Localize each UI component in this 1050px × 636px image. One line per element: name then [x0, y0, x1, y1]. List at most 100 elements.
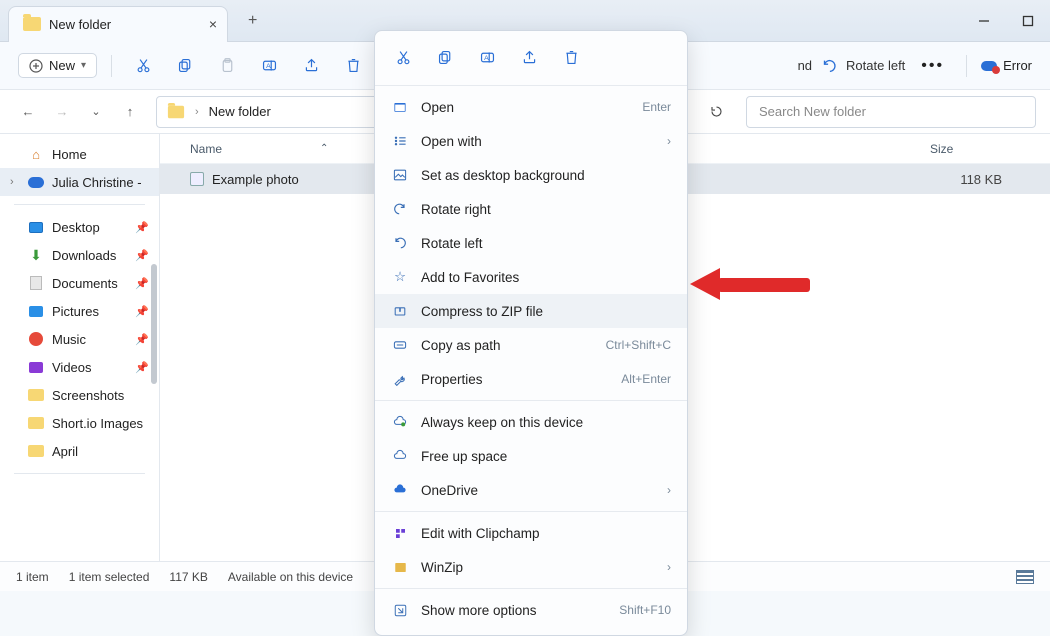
error-label: Error — [1003, 58, 1032, 73]
rename-icon[interactable]: A — [252, 49, 286, 83]
pin-icon: 📌 — [135, 361, 149, 374]
refresh-button[interactable] — [702, 98, 730, 126]
ctx-copy-as-path[interactable]: Copy as pathCtrl+Shift+C — [375, 328, 687, 362]
ctx-compress-zip[interactable]: Compress to ZIP file — [375, 294, 687, 328]
ctx-label: Always keep on this device — [421, 415, 583, 430]
sidebar-item-label: Julia Christine - — [52, 175, 142, 190]
ctx-open-with[interactable]: Open with› — [375, 124, 687, 158]
sidebar-item-screenshots[interactable]: Screenshots — [0, 381, 159, 409]
ctx-rotate-right[interactable]: Rotate right — [375, 192, 687, 226]
search-input[interactable]: Search New folder — [746, 96, 1036, 128]
chevron-right-icon: › — [195, 106, 199, 118]
ctx-clipchamp[interactable]: Edit with Clipchamp — [375, 516, 687, 550]
sidebar-item-videos[interactable]: Videos 📌 — [0, 353, 159, 381]
ctx-label: Properties — [421, 372, 483, 387]
share-icon[interactable] — [294, 49, 328, 83]
details-view-button[interactable] — [1016, 570, 1034, 584]
ctx-always-keep[interactable]: Always keep on this device — [375, 405, 687, 439]
sidebar-item-april[interactable]: April — [0, 437, 159, 465]
chevron-down-icon: ▾ — [81, 60, 86, 71]
more-icon — [391, 601, 409, 619]
ctx-cut-icon[interactable] — [389, 43, 417, 71]
ctx-open[interactable]: OpenEnter — [375, 90, 687, 124]
sidebar-item-label: Pictures — [52, 304, 99, 319]
minimize-button[interactable] — [962, 0, 1006, 42]
file-size: 118 KB — [930, 172, 1020, 187]
ctx-rename-icon[interactable]: A — [473, 43, 501, 71]
close-tab-icon[interactable]: × — [209, 16, 217, 32]
more-button[interactable]: ••• — [913, 57, 952, 75]
sidebar-item-label: Downloads — [52, 248, 116, 263]
annotation-arrow — [690, 268, 810, 300]
address-location: New folder — [209, 104, 271, 119]
new-button[interactable]: New ▾ — [18, 53, 97, 78]
ctx-add-favorites[interactable]: ☆Add to Favorites — [375, 260, 687, 294]
maximize-button[interactable] — [1006, 0, 1050, 42]
ctx-label: Rotate left — [421, 236, 483, 251]
scrollbar[interactable] — [151, 264, 157, 384]
selected-count: 1 item selected — [69, 570, 150, 584]
sidebar-item-desktop[interactable]: Desktop📌 — [0, 213, 159, 241]
ctx-rotate-left[interactable]: Rotate left — [375, 226, 687, 260]
download-icon: ⬇ — [28, 247, 44, 263]
video-icon — [28, 359, 44, 375]
sidebar-item-music[interactable]: Music📌 — [0, 325, 159, 353]
submenu-icon: › — [667, 483, 671, 497]
open-icon — [391, 98, 409, 116]
expand-icon[interactable]: › — [10, 176, 20, 188]
new-tab-button[interactable]: + — [242, 6, 263, 36]
sidebar-item-label: Documents — [52, 276, 118, 291]
cut-icon[interactable] — [126, 49, 160, 83]
ctx-label: WinZip — [421, 560, 463, 575]
up-button[interactable]: ↑ — [116, 98, 144, 126]
rotate-left-icon — [820, 57, 838, 75]
ctx-show-more[interactable]: Show more optionsShift+F10 — [375, 593, 687, 627]
rotate-left-button[interactable]: Rotate left — [820, 57, 905, 75]
sidebar-item-pictures[interactable]: Pictures 📌 — [0, 297, 159, 325]
sidebar-item-label: Music — [52, 332, 86, 347]
window-tab[interactable]: New folder × — [8, 6, 228, 42]
ctx-share-icon[interactable] — [515, 43, 543, 71]
search-placeholder: Search New folder — [759, 104, 866, 119]
sidebar-item-documents[interactable]: Documents 📌 — [0, 269, 159, 297]
separator — [375, 511, 687, 512]
ctx-delete-icon[interactable] — [557, 43, 585, 71]
sidebar-item-label: Videos — [52, 360, 92, 375]
pin-icon: 📌 — [135, 305, 149, 318]
ctx-set-background[interactable]: Set as desktop background — [375, 158, 687, 192]
col-size-label: Size — [930, 142, 953, 156]
sidebar-item-shortio[interactable]: Short.io Images — [0, 409, 159, 437]
sync-error[interactable]: Error — [981, 58, 1032, 73]
path-icon — [391, 336, 409, 354]
pin-icon: 📌 — [135, 277, 149, 290]
ctx-label: Rotate right — [421, 202, 491, 217]
sidebar-home[interactable]: ⌂ Home — [0, 140, 159, 168]
sidebar-onedrive[interactable]: › Julia Christine - — [0, 168, 159, 196]
separator — [375, 588, 687, 589]
delete-icon[interactable] — [336, 49, 370, 83]
ctx-copy-icon[interactable] — [431, 43, 459, 71]
sidebar-item-label: Desktop — [52, 220, 100, 235]
recent-button[interactable]: ⌄ — [82, 98, 110, 126]
cloud-icon — [28, 174, 44, 190]
ctx-winzip[interactable]: WinZip› — [375, 550, 687, 584]
separator — [375, 85, 687, 86]
ctx-free-space[interactable]: Free up space — [375, 439, 687, 473]
new-label: New — [49, 58, 75, 73]
forward-button[interactable]: → — [48, 98, 76, 126]
paste-icon[interactable] — [210, 49, 244, 83]
context-menu: A OpenEnter Open with› Set as desktop ba… — [374, 30, 688, 636]
ctx-properties[interactable]: PropertiesAlt+Enter — [375, 362, 687, 396]
sort-icon: ⌃ — [320, 143, 328, 154]
sidebar-item-downloads[interactable]: ⬇Downloads📌 — [0, 241, 159, 269]
back-button[interactable]: ← — [14, 98, 42, 126]
col-size-header[interactable]: Size — [930, 142, 1020, 156]
ctx-onedrive[interactable]: OneDrive› — [375, 473, 687, 507]
col-name-label: Name — [190, 142, 222, 156]
separator — [111, 55, 112, 77]
tab-title: New folder — [49, 17, 111, 32]
ctx-label: Free up space — [421, 449, 507, 464]
picture-icon — [28, 303, 44, 319]
truncated-label: nd — [798, 58, 812, 73]
copy-icon[interactable] — [168, 49, 202, 83]
